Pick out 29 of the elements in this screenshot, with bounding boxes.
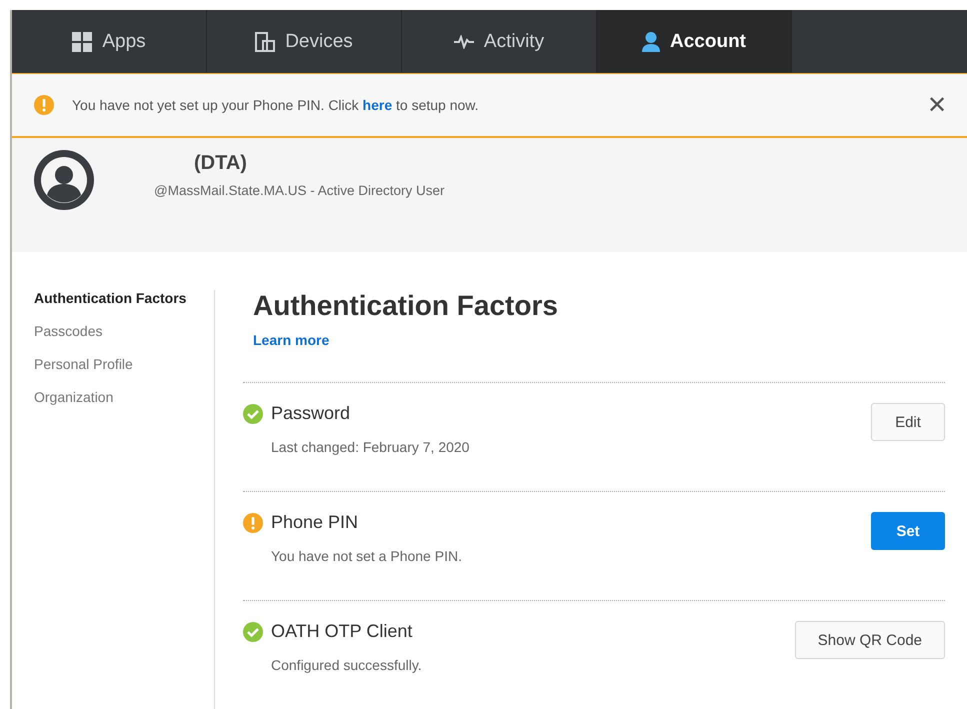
sidebar-item[interactable]: Passcodes bbox=[34, 323, 214, 339]
factor-button[interactable]: Show QR Code bbox=[794, 621, 945, 659]
sidebar-item[interactable]: Organization bbox=[34, 389, 214, 405]
factor-button[interactable]: Set bbox=[871, 512, 945, 550]
banner-message: You have not yet set up your Phone PIN. Click here to setup now. bbox=[72, 97, 480, 113]
avatar-icon bbox=[34, 150, 94, 210]
user-detail: @MassMail.State.MA.US - Active Directory User bbox=[154, 183, 445, 198]
factor-detail: You have not set a Phone PIN. bbox=[271, 548, 462, 564]
warning-icon bbox=[34, 95, 54, 115]
person-icon bbox=[642, 32, 660, 52]
factor-name: Password bbox=[271, 403, 350, 424]
check-icon bbox=[243, 404, 263, 424]
factor-detail: Configured successfully. bbox=[271, 657, 422, 673]
factor-name: Phone PIN bbox=[271, 512, 358, 533]
user-name: (DTA) bbox=[194, 152, 248, 175]
factor-button[interactable]: Edit bbox=[871, 403, 945, 441]
sidebar-item[interactable]: Authentication Factors bbox=[34, 290, 214, 306]
factor-detail: Last changed: February 7, 2020 bbox=[271, 439, 470, 455]
check-icon bbox=[243, 622, 263, 642]
devices-icon bbox=[255, 32, 276, 52]
close-button[interactable]: ✕ bbox=[927, 90, 947, 120]
learn-more-link[interactable]: Learn more bbox=[253, 332, 330, 348]
pulse-icon bbox=[454, 34, 474, 48]
sidebar-item[interactable]: Personal Profile bbox=[34, 356, 214, 372]
nav-tab[interactable]: Account bbox=[597, 10, 792, 73]
warning-icon bbox=[243, 512, 263, 532]
factor-name: OATH OTP Client bbox=[271, 621, 412, 642]
page-title: Authentication Factors bbox=[253, 290, 559, 322]
grid-icon bbox=[72, 32, 92, 52]
